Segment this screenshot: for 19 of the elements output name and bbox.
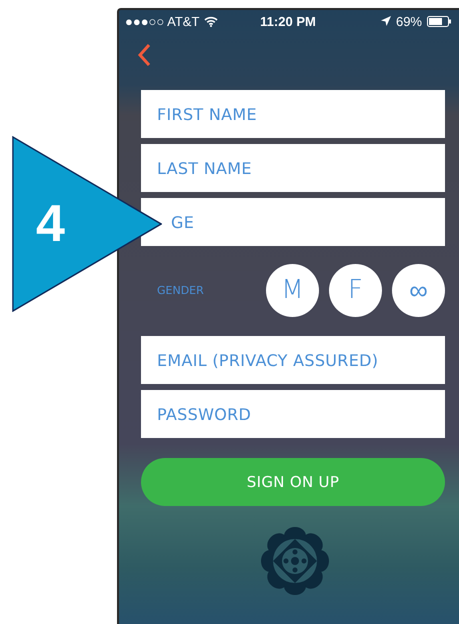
input-field[interactable]: FIRST NAME	[141, 90, 445, 138]
gender-label: GENDER	[156, 284, 205, 296]
back-icon[interactable]	[137, 43, 151, 67]
sign-up-button[interactable]: SIGN ON UP	[141, 458, 445, 506]
location-arrow-icon	[380, 16, 391, 26]
wifi-icon	[204, 16, 218, 26]
gender-option[interactable]: ∞	[392, 264, 445, 316]
lotus-logo-icon	[260, 526, 330, 596]
carrier-text: ●●●○○ AT&T	[125, 14, 200, 28]
input-field[interactable]: LAST NAME	[141, 144, 445, 192]
input-field[interactable]: PASSWORD	[141, 390, 445, 438]
step-number: 4	[36, 194, 65, 254]
battery-icon	[427, 16, 451, 26]
clock-text: 11:20 PM	[260, 14, 316, 28]
battery-text: 69%	[396, 14, 422, 28]
gender-option[interactable]: F	[329, 264, 382, 316]
input-field[interactable]: EMAIL (PRIVACY ASSURED)	[141, 336, 445, 384]
input-field[interactable]: GE	[141, 198, 445, 246]
gender-option[interactable]: M	[266, 264, 319, 316]
